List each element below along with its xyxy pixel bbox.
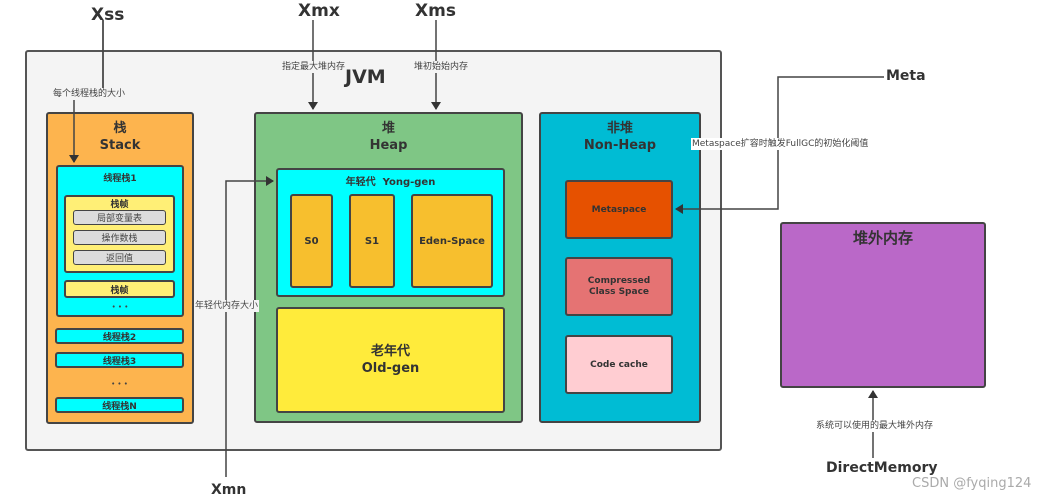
old-generation: 老年代 Old-gen	[276, 307, 505, 413]
threads-ellipsis: • • •	[111, 380, 128, 388]
old-generation-label-en: Old-gen	[361, 361, 420, 376]
thread-stack-3: 线程栈3	[55, 352, 184, 368]
metaspace: Metaspace	[565, 180, 673, 239]
thread-stack-n-label: 线程栈N	[102, 401, 137, 412]
local-variable-table: 局部变量表	[73, 210, 166, 225]
stack-frame-2: 栈帧	[64, 280, 175, 298]
note-xmn: 年轻代内存大小	[194, 300, 260, 312]
operand-stack-label: 操作数栈	[101, 234, 138, 244]
metaspace-label: Metaspace	[591, 204, 647, 215]
note-xss: 每个线程栈的大小	[52, 88, 127, 100]
eden-space: Eden-Space	[411, 194, 493, 288]
watermark: CSDN @fyqing124	[912, 476, 1032, 491]
stack-frame-2-label: 栈帧	[110, 285, 129, 296]
note-direct-memory: 系统可以使用的最大堆外内存	[815, 420, 935, 432]
direct-memory-title: 堆外内存	[852, 229, 913, 247]
thread-stack-1-label: 线程栈1	[103, 174, 137, 184]
compressed-class-space-label: Compressed Class Space	[587, 275, 651, 297]
stack-title-cn: 栈	[113, 121, 127, 136]
thread1-ellipsis: • • •	[111, 303, 129, 311]
compressed-class-space: Compressed Class Space	[565, 257, 673, 316]
thread-stack-2-label: 线程栈2	[102, 332, 137, 343]
stack-title-en: Stack	[99, 138, 141, 153]
return-value-label: 返回值	[105, 254, 133, 264]
young-generation-label: 年轻代 Yong-gen	[345, 177, 436, 188]
stack-title: 栈 Stack	[46, 120, 194, 154]
heap-title-en: Heap	[369, 138, 408, 153]
local-variable-table-label: 局部变量表	[96, 214, 142, 224]
note-meta: Metaspace扩容时触发FullGC的初始化阈值	[691, 138, 870, 150]
survivor-s1: S1	[349, 194, 395, 288]
note-xmx: 指定最大堆内存	[281, 61, 347, 73]
non-heap-title: 非堆 Non-Heap	[539, 120, 701, 154]
return-value: 返回值	[73, 250, 166, 265]
stack-frame-label: 栈帧	[110, 200, 129, 210]
operand-stack: 操作数栈	[73, 230, 166, 245]
non-heap-title-en: Non-Heap	[583, 138, 657, 153]
param-xmn: Xmn	[211, 482, 247, 498]
eden-space-label: Eden-Space	[419, 235, 485, 247]
jvm-title: JVM	[345, 66, 386, 88]
non-heap-title-cn: 非堆	[606, 121, 633, 136]
survivor-s0: S0	[290, 194, 333, 288]
heap-title-cn: 堆	[381, 121, 395, 136]
note-xms: 堆初始始内存	[413, 61, 470, 73]
param-meta: Meta	[886, 68, 926, 84]
heap-title: 堆 Heap	[254, 120, 523, 154]
thread-stack-3-label: 线程栈3	[102, 356, 137, 367]
old-generation-label-cn: 老年代	[370, 344, 410, 359]
survivor-s0-label: S0	[304, 235, 319, 247]
param-direct-memory: DirectMemory	[826, 460, 938, 476]
code-cache-label: Code cache	[590, 359, 648, 370]
param-xms: Xms	[415, 1, 456, 21]
param-xss: Xss	[91, 5, 125, 25]
code-cache: Code cache	[565, 335, 673, 394]
thread-stack-n: 线程栈N	[55, 397, 184, 413]
thread-stack-2: 线程栈2	[55, 328, 184, 344]
param-xmx: Xmx	[298, 1, 340, 21]
survivor-s1-label: S1	[364, 235, 380, 247]
